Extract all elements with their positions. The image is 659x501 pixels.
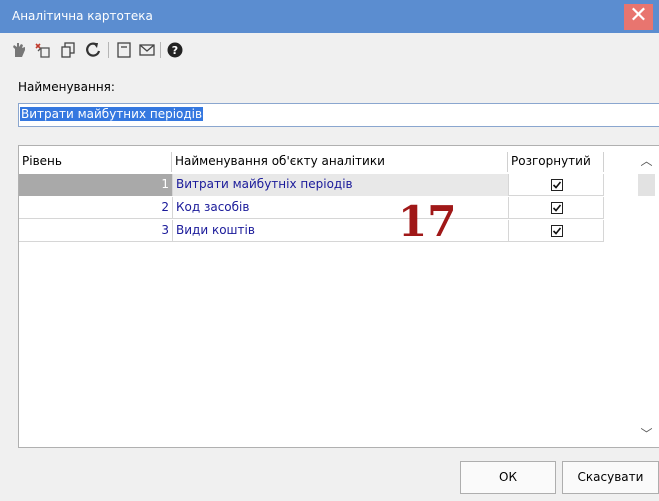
name-label: Найменування:	[18, 80, 115, 94]
expanded-checkbox[interactable]	[551, 225, 563, 237]
add-icon[interactable]	[33, 41, 53, 59]
form-icon[interactable]	[114, 41, 134, 59]
table-row[interactable]: 2 Код засобів	[19, 197, 604, 219]
mail-icon[interactable]	[137, 41, 157, 59]
table-row[interactable]: 1 Витрати майбутніх періодів	[19, 174, 604, 196]
scroll-down-icon[interactable]: ﹀	[633, 425, 659, 443]
copy-icon[interactable]	[58, 41, 78, 59]
window-title: Аналітична картотека	[12, 9, 153, 23]
row-expanded-cell	[508, 220, 604, 242]
row-expanded-cell	[508, 174, 604, 196]
column-header-expanded[interactable]: Розгорнутий	[508, 152, 604, 172]
refresh-icon[interactable]	[83, 41, 103, 59]
title-bar: Аналітична картотека ✕	[0, 0, 659, 33]
help-icon[interactable]: ?	[165, 41, 185, 59]
row-expanded-cell	[508, 197, 604, 219]
analytics-grid[interactable]: Рівень Найменування об'єкту аналітики Ро…	[18, 145, 659, 448]
toolbar-separator	[160, 42, 161, 58]
hand-icon[interactable]	[9, 41, 29, 59]
row-level: 2	[161, 200, 169, 214]
row-name: Види коштів	[172, 220, 508, 242]
row-level: 3	[161, 223, 169, 237]
toolbar-separator	[108, 42, 109, 58]
row-name: Код засобів	[172, 197, 508, 219]
close-button[interactable]: ✕	[624, 4, 653, 30]
name-input[interactable]: Витрати майбутних періодів	[18, 103, 659, 127]
row-name: Витрати майбутніх періодів	[172, 174, 508, 196]
vertical-scrollbar[interactable]: ︿ ﹀	[633, 146, 659, 447]
column-header-level[interactable]: Рівень	[19, 152, 172, 172]
cancel-button[interactable]: Скасувати	[562, 461, 659, 494]
row-level: 1	[19, 174, 172, 196]
annotation-number: 17	[398, 197, 457, 246]
column-header-name[interactable]: Найменування об'єкту аналітики	[172, 152, 508, 172]
toolbar: ?	[0, 33, 659, 67]
scrollbar-thumb[interactable]	[638, 174, 655, 196]
name-input-value: Витрати майбутних періодів	[20, 107, 204, 121]
expanded-checkbox[interactable]	[551, 202, 563, 214]
expanded-checkbox[interactable]	[551, 179, 563, 191]
ok-button[interactable]: ОК	[460, 461, 556, 494]
scroll-up-icon[interactable]: ︿	[633, 152, 659, 170]
table-row[interactable]: 3 Види коштів	[19, 220, 604, 242]
svg-text:?: ?	[172, 44, 178, 57]
